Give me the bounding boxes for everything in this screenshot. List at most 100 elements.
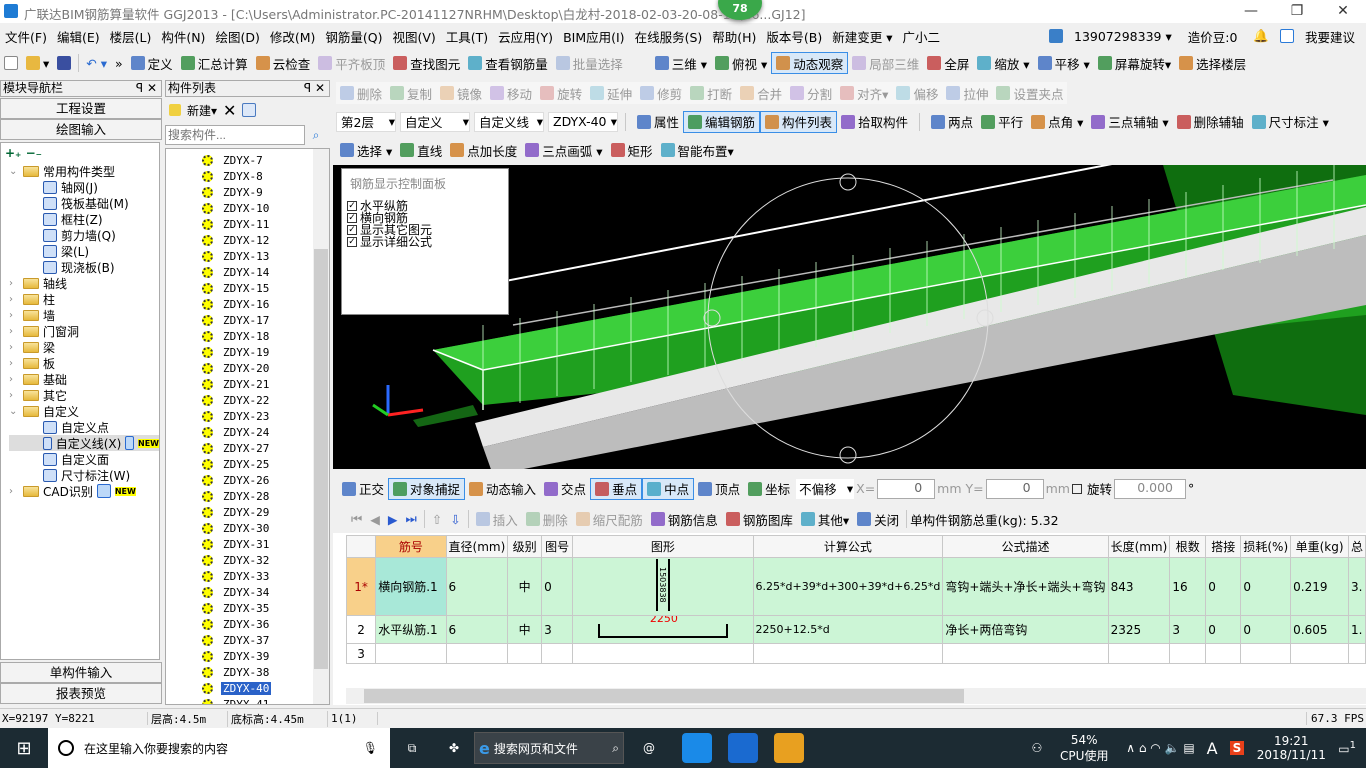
bell-icon[interactable]: 🔔	[1248, 28, 1274, 44]
toolbar-button[interactable]: 屏幕旋转▾	[1094, 52, 1175, 74]
component-item[interactable]: ZDYX-12	[202, 232, 329, 248]
cell-count[interactable]: 16	[1169, 557, 1207, 616]
close-button[interactable]: ✕	[1320, 0, 1366, 23]
sogou-icon[interactable]: S	[1229, 741, 1245, 755]
toolbar-button[interactable]: 构件列表	[760, 110, 838, 133]
component-item[interactable]: ZDYX-13	[202, 248, 329, 264]
toolbar-button[interactable]: 平齐板顶	[314, 52, 389, 74]
cell-shape[interactable]: 2250	[572, 615, 754, 644]
component-item[interactable]: ZDYX-18	[202, 328, 329, 344]
tree-node[interactable]: › 梁	[9, 339, 159, 355]
toolbar-button[interactable]: 两点	[927, 111, 977, 133]
tree-node[interactable]: 自定义线(X) NEW	[9, 435, 159, 451]
cell-shape[interactable]: 1503838	[572, 557, 754, 616]
menu-item[interactable]: 钢筋量(Q)	[320, 27, 387, 46]
tree-node[interactable]: 现浇板(B)	[9, 259, 159, 275]
menu-item[interactable]: 构件(N)	[156, 27, 210, 46]
tree-node[interactable]: 尺寸标注(W)	[9, 467, 159, 483]
cell-grade[interactable]: 中	[507, 615, 543, 644]
column-header[interactable]: 损耗(%)	[1240, 535, 1292, 558]
floor-select[interactable]: 第2层 ▾	[336, 111, 396, 132]
menu-item[interactable]: BIM应用(I)	[558, 27, 630, 46]
toolbar-button[interactable]: 缩尺配筋	[572, 508, 647, 530]
component-item[interactable]: ZDYX-22	[202, 392, 329, 408]
toolbar-button[interactable]: 选择 ▾	[336, 139, 396, 161]
toolbar-button[interactable]: 分割	[786, 82, 836, 104]
column-header[interactable]: 搭接	[1205, 535, 1242, 558]
toolbar-button[interactable]: 删除	[522, 508, 572, 530]
column-header[interactable]: 长度(mm)	[1107, 535, 1171, 558]
toolbar-button[interactable]: 坐标	[744, 478, 794, 500]
component-item[interactable]: ZDYX-29	[202, 504, 329, 520]
undo-button[interactable]: ↶ ▾	[82, 52, 111, 74]
rotate-input[interactable]: 0.000	[1113, 478, 1186, 499]
toolbar-button[interactable]: 选择楼层	[1175, 52, 1250, 74]
component-select[interactable]: ZDYX-40 ▾	[548, 111, 618, 132]
app-icon-fan[interactable]: ✤	[434, 741, 474, 755]
cell-no[interactable]: 2	[345, 615, 377, 644]
list-scrollbar[interactable]	[313, 149, 329, 704]
new-file-button[interactable]	[0, 52, 22, 74]
tree-node[interactable]: 筏板基础(M)	[9, 195, 159, 211]
menu-item[interactable]: 编辑(E)	[52, 27, 105, 46]
chevron-right-icon[interactable]: ›	[9, 278, 19, 289]
scrollbar-thumb[interactable]	[364, 689, 964, 703]
chevron-right-icon[interactable]: ›	[9, 342, 19, 353]
chevron-down-icon[interactable]: ⌄	[9, 166, 19, 177]
project-settings-button[interactable]: 工程设置	[0, 98, 162, 119]
chevron-down-icon[interactable]: ⌄	[9, 406, 19, 417]
tree-node[interactable]: 轴网(J)	[9, 179, 159, 195]
component-item[interactable]: ZDYX-27	[202, 440, 329, 456]
table-h-scrollbar[interactable]	[346, 688, 1366, 704]
app-icon-g[interactable]	[728, 733, 758, 763]
cell-count[interactable]	[1169, 643, 1207, 664]
toolbar-button[interactable]: 定义	[127, 52, 177, 74]
toolbar-button[interactable]: 删除辅轴	[1173, 111, 1248, 133]
menu-item[interactable]: 文件(F)	[0, 27, 52, 46]
cell-name[interactable]: 水平纵筋.1	[375, 615, 447, 644]
checkbox[interactable]: ✓	[347, 225, 357, 235]
tree-node[interactable]: › 门窗洞	[9, 323, 159, 339]
toolbar-button[interactable]: 平移 ▾	[1034, 52, 1094, 74]
cell-lap[interactable]: 0	[1205, 557, 1242, 616]
cell-name[interactable]: 横向钢筋.1	[375, 557, 447, 616]
menu-item[interactable]: 工具(T)	[441, 27, 493, 46]
component-item[interactable]: ZDYX-31	[202, 536, 329, 552]
menu-item[interactable]: 在线服务(S)	[630, 27, 708, 46]
tree-node[interactable]: › 轴线	[9, 275, 159, 291]
cell-desc[interactable]	[942, 643, 1109, 664]
suggest-link[interactable]: 我要建议	[1300, 27, 1360, 46]
column-header[interactable]: 根数	[1169, 535, 1207, 558]
toolbar-button[interactable]: 缩放 ▾	[973, 52, 1033, 74]
column-header[interactable]: 公式描述	[942, 535, 1109, 558]
toolbar-button[interactable]: 关闭	[853, 508, 903, 530]
toolbar-button[interactable]: 云检查	[252, 52, 315, 74]
component-item[interactable]: ZDYX-19	[202, 344, 329, 360]
chevron-right-icon[interactable]: ›	[9, 294, 19, 305]
chevron-right-icon[interactable]: ›	[9, 326, 19, 337]
toolbar-button[interactable]: 动态观察	[771, 52, 849, 74]
move-down-button[interactable]: ⇩	[446, 508, 464, 530]
toolbar-button[interactable]: 拉伸	[942, 82, 992, 104]
toolbar-button[interactable]: 查找图元	[389, 52, 464, 74]
toolbar-button[interactable]: 三点画弧 ▾	[521, 139, 606, 161]
component-item[interactable]: ZDYX-41	[202, 696, 329, 704]
toolbar-button[interactable]: 编辑钢筋	[683, 110, 761, 133]
toolbar-button[interactable]: 三维 ▾	[651, 52, 711, 74]
next-record-button[interactable]: ▶	[384, 508, 402, 530]
toolbar-button[interactable]: 其他▾	[797, 508, 853, 530]
cell-count[interactable]: 3	[1169, 615, 1207, 644]
cell-fig[interactable]: 3	[541, 615, 574, 644]
checkbox[interactable]: ✓	[347, 237, 357, 247]
table-row[interactable]: 1* 横向钢筋.1 6 中 0 1503838 6.25*d+39*d+300+39*d+6…	[345, 557, 1366, 616]
search-icon[interactable]: ⌕	[305, 128, 327, 143]
chevron-right-icon[interactable]: ›	[9, 310, 19, 321]
cell-dia[interactable]: 6	[445, 615, 509, 644]
component-item[interactable]: ZDYX-32	[202, 552, 329, 568]
column-header[interactable]	[345, 535, 377, 558]
people-icon[interactable]: ⚇	[1031, 741, 1042, 755]
tree-node[interactable]: › 其它	[9, 387, 159, 403]
open-file-button[interactable]: ▾	[22, 52, 53, 74]
toolbar-button[interactable]: 对象捕捉	[388, 477, 466, 500]
column-header[interactable]: 单重(kg)	[1290, 535, 1349, 558]
